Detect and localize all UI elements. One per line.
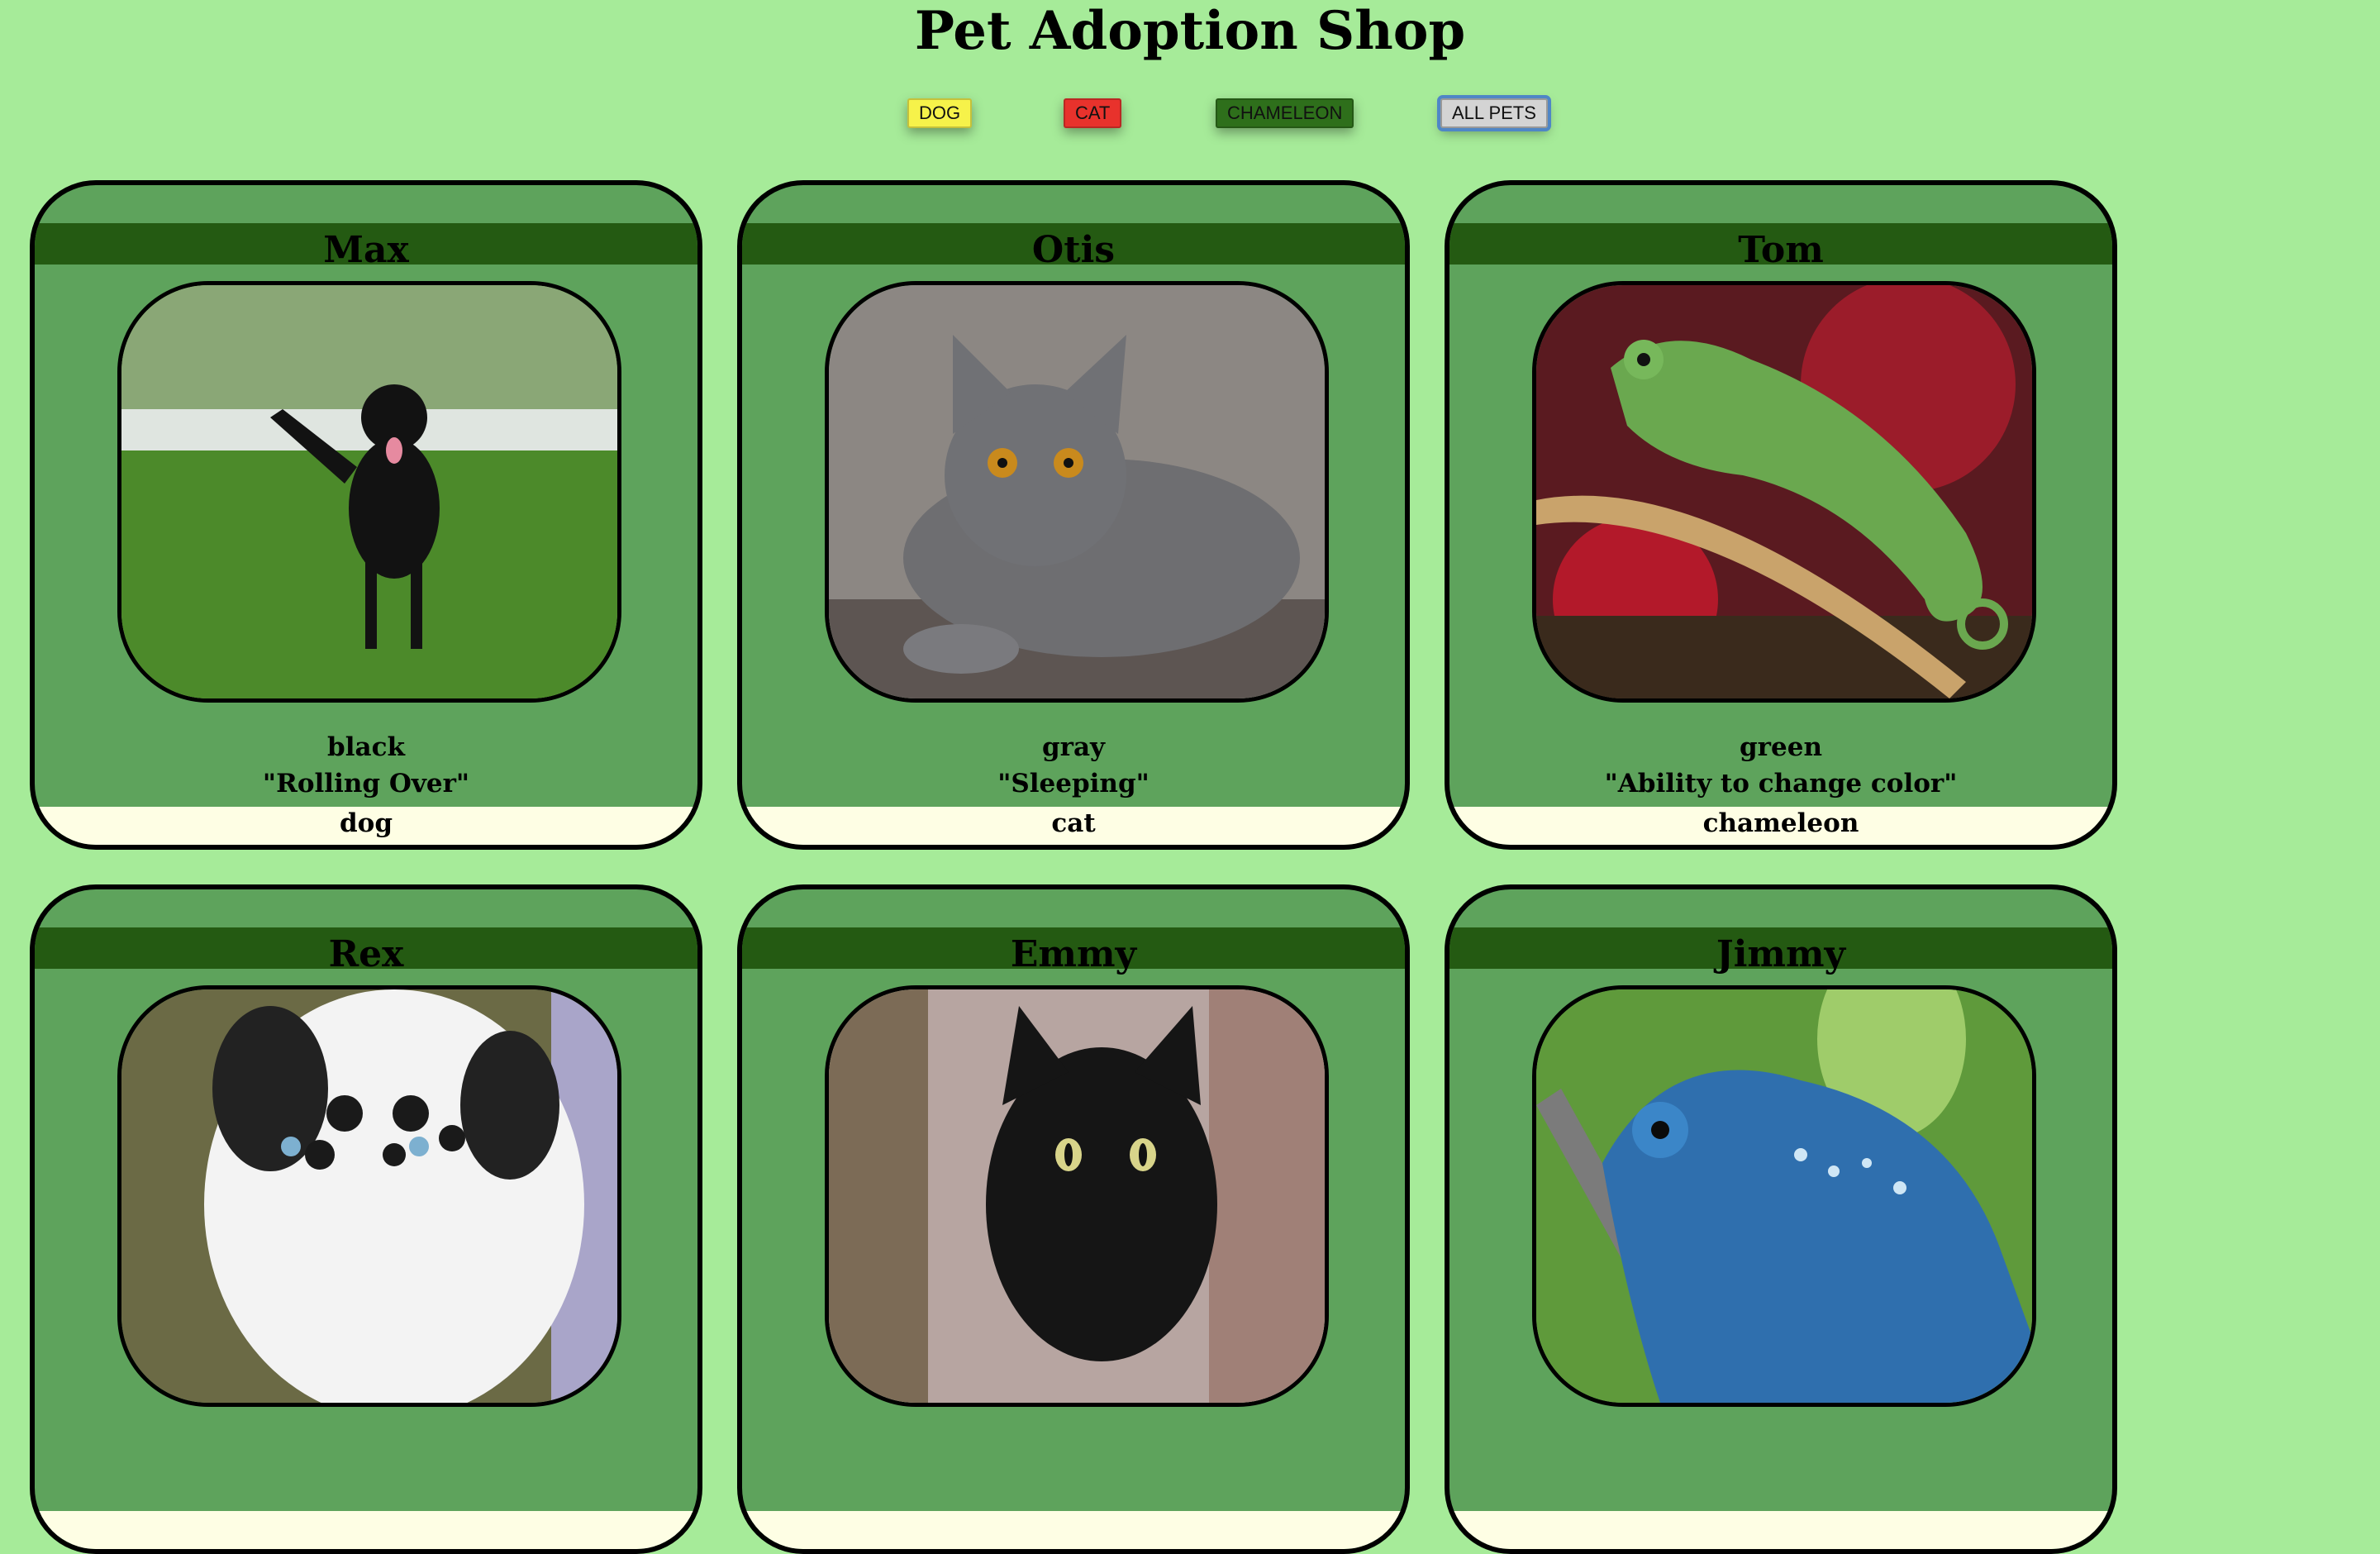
pet-name: Rex	[35, 927, 697, 975]
pet-name: Otis	[742, 223, 1405, 271]
page-title: Pet Adoption Shop	[914, 0, 1466, 62]
filter-cat-button[interactable]: CAT	[1064, 98, 1122, 128]
pet-card-max[interactable]: Max black "Rolling Over" dog	[30, 180, 702, 850]
pet-type: dog	[35, 807, 697, 845]
pet-color: gray	[1041, 732, 1106, 762]
dog-photo	[117, 281, 621, 703]
pet-name: Tom	[1449, 223, 2112, 271]
chameleon-photo	[1532, 985, 2036, 1407]
pet-name: Emmy	[742, 927, 1405, 975]
cat-photo	[825, 281, 1329, 703]
pet-type	[1449, 1511, 2112, 1549]
pet-trick: "Rolling Over"	[262, 769, 470, 798]
pet-card-rex[interactable]: Rex	[30, 884, 702, 1554]
pet-name: Max	[35, 223, 697, 271]
filter-all-pets-button[interactable]: ALL PETS	[1437, 95, 1551, 131]
dog-photo	[117, 985, 621, 1407]
pet-name: Jimmy	[1449, 927, 2112, 975]
filter-dog-button[interactable]: DOG	[907, 98, 973, 128]
pet-card-jimmy[interactable]: Jimmy	[1445, 884, 2117, 1554]
filter-chameleon-button[interactable]: CHAMELEON	[1216, 98, 1354, 128]
cat-photo	[825, 985, 1329, 1407]
pet-type	[35, 1511, 697, 1549]
pet-color: green	[1740, 732, 1822, 762]
pet-type: chameleon	[1449, 807, 2112, 845]
chameleon-photo	[1532, 281, 2036, 703]
pet-card-tom[interactable]: Tom green "Ability to change color" cham…	[1445, 180, 2117, 850]
pet-trick: "Ability to change color"	[1604, 769, 1958, 798]
pet-type	[742, 1511, 1405, 1549]
pet-color: black	[327, 732, 405, 762]
pet-trick: "Sleeping"	[997, 769, 1150, 798]
pet-card-emmy[interactable]: Emmy	[737, 884, 1410, 1554]
pet-type: cat	[742, 807, 1405, 845]
pet-card-otis[interactable]: Otis gray "Sleeping" cat	[737, 180, 1410, 850]
filter-bar: DOG CAT CHAMELEON ALL PETS	[0, 95, 2380, 135]
